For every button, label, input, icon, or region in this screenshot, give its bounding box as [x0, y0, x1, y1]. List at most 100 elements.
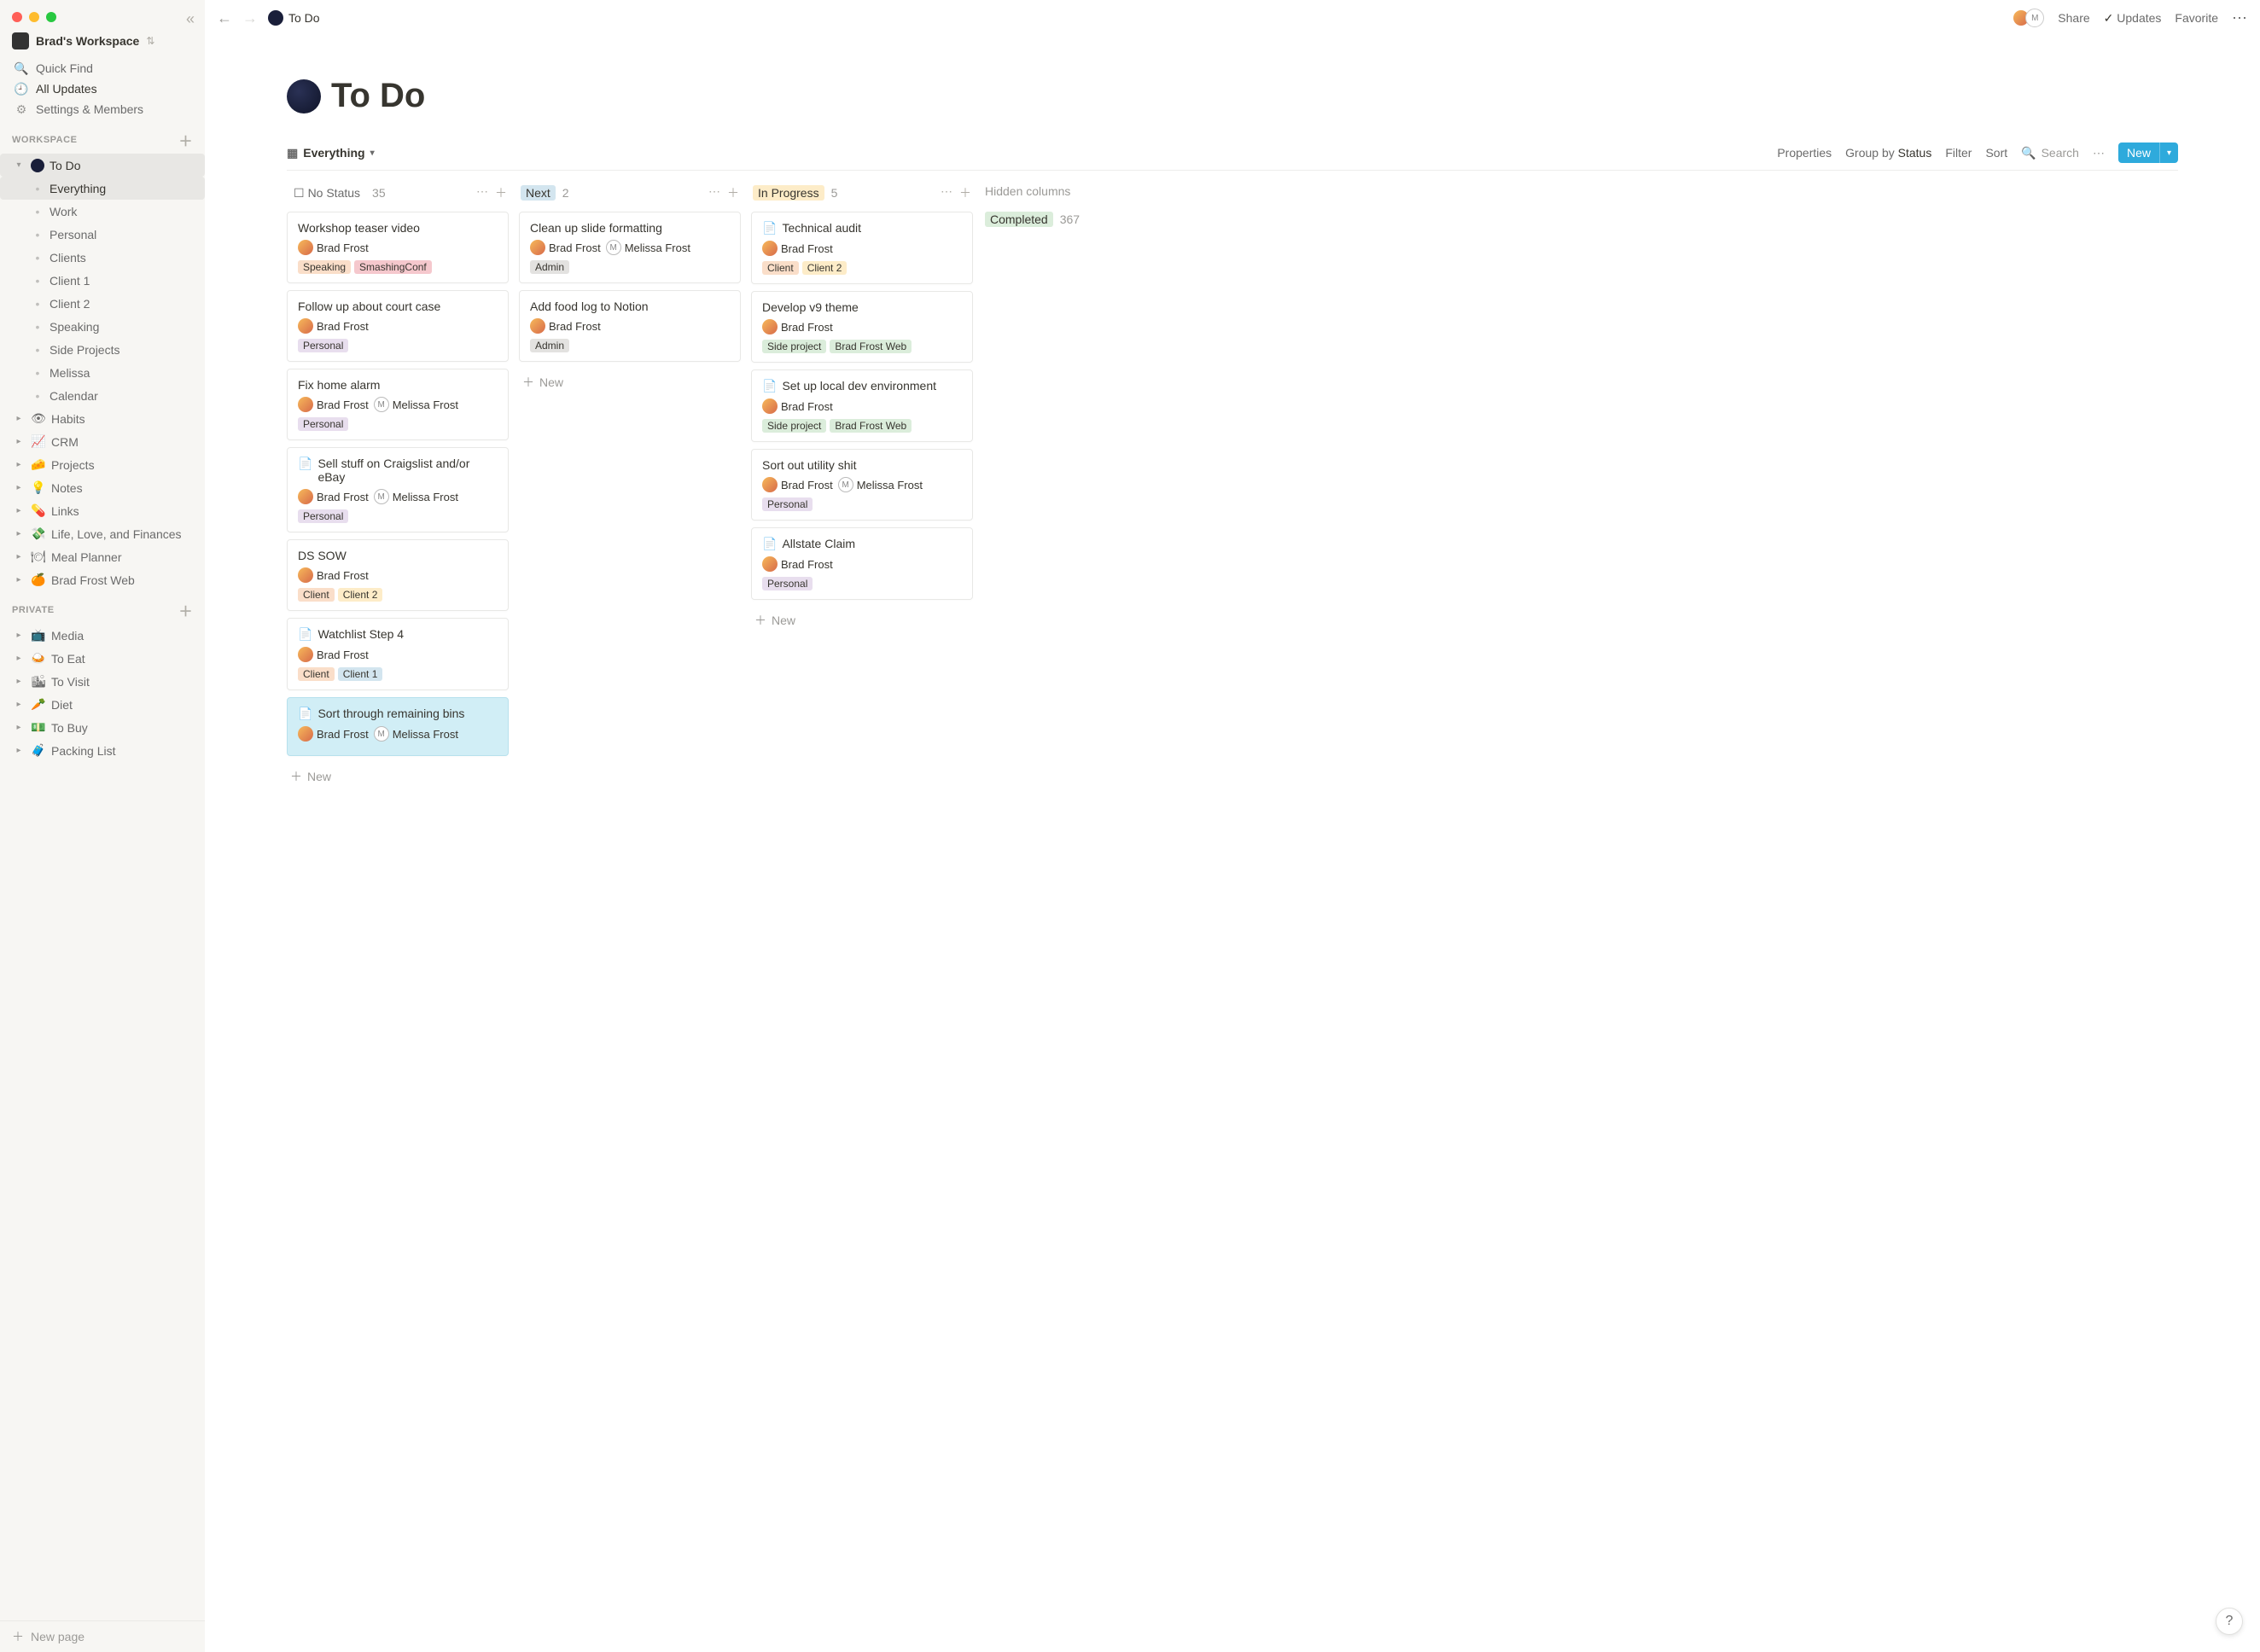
- sidebar-item[interactable]: ▸🧳Packing List: [0, 739, 205, 762]
- sidebar-subitem[interactable]: •Speaking: [0, 315, 205, 338]
- chevron-right-icon[interactable]: ▸: [12, 483, 26, 492]
- board-card[interactable]: Fix home alarm Brad FrostMMelissa Frost …: [287, 369, 509, 440]
- sidebar-item[interactable]: ▸👁Habits: [0, 407, 205, 430]
- sidebar-item[interactable]: ▸💵To Buy: [0, 716, 205, 739]
- chevron-right-icon[interactable]: ▸: [12, 460, 26, 469]
- sidebar-subitem[interactable]: •Work: [0, 200, 205, 223]
- nav-forward-icon[interactable]: →: [242, 9, 258, 27]
- sidebar-subitem[interactable]: •Client 2: [0, 292, 205, 315]
- sidebar-item[interactable]: ▸📺Media: [0, 624, 205, 647]
- board-card[interactable]: 📄Sort through remaining bins Brad FrostM…: [287, 697, 509, 756]
- all-updates[interactable]: 🕘 All Updates: [7, 79, 198, 99]
- board-card[interactable]: Follow up about court case Brad Frost Pe…: [287, 290, 509, 362]
- add-card-button[interactable]: ＋New: [519, 369, 741, 396]
- sidebar-subitem[interactable]: •Melissa: [0, 361, 205, 384]
- chevron-right-icon[interactable]: ▸: [12, 700, 26, 709]
- add-page-icon[interactable]: ＋: [178, 130, 193, 150]
- window-max-dot[interactable]: [46, 12, 56, 22]
- breadcrumb[interactable]: To Do: [268, 10, 320, 26]
- properties-button[interactable]: Properties: [1777, 146, 1832, 160]
- column-more-icon[interactable]: ⋯: [476, 184, 488, 201]
- hidden-column-row[interactable]: Completed 367: [983, 208, 1205, 230]
- chevron-right-icon[interactable]: ▸: [12, 654, 26, 663]
- favorite-button[interactable]: Favorite: [2175, 11, 2218, 25]
- chevron-right-icon[interactable]: ▸: [12, 529, 26, 538]
- workspace-switcher[interactable]: Brad's Workspace ⇅: [0, 29, 205, 56]
- column-more-icon[interactable]: ⋯: [708, 184, 720, 201]
- board-card[interactable]: 📄Technical audit Brad Frost ClientClient…: [751, 212, 973, 284]
- new-page-button[interactable]: ＋ New page: [0, 1620, 205, 1652]
- add-card-button[interactable]: ＋New: [751, 607, 973, 634]
- chevron-right-icon[interactable]: ▸: [12, 575, 26, 585]
- column-tag[interactable]: In Progress: [753, 185, 824, 201]
- share-button[interactable]: Share: [2058, 11, 2089, 25]
- sidebar-item[interactable]: ▸🧀Projects: [0, 453, 205, 476]
- board-card[interactable]: Add food log to Notion Brad Frost Admin: [519, 290, 741, 362]
- chevron-right-icon[interactable]: ▸: [12, 631, 26, 640]
- view-more-icon[interactable]: ⋯: [2093, 146, 2105, 160]
- board-card[interactable]: Sort out utility shit Brad FrostMMelissa…: [751, 449, 973, 521]
- sidebar-subitem[interactable]: •Client 1: [0, 269, 205, 292]
- sidebar-collapse-icon[interactable]: «: [186, 10, 195, 28]
- nav-back-icon[interactable]: ←: [217, 9, 232, 27]
- board-card[interactable]: DS SOW Brad Frost ClientClient 2: [287, 539, 509, 611]
- settings-members[interactable]: ⚙ Settings & Members: [7, 99, 198, 119]
- help-button[interactable]: ?: [2216, 1608, 2243, 1635]
- sidebar-item[interactable]: ▸📈CRM: [0, 430, 205, 453]
- chevron-right-icon[interactable]: ▸: [12, 723, 26, 732]
- view-picker[interactable]: ▦ Everything ▾: [287, 146, 375, 160]
- column-tag[interactable]: ☐ No Status: [288, 185, 365, 201]
- column-add-icon[interactable]: ＋: [959, 184, 971, 201]
- page-title[interactable]: To Do: [331, 77, 425, 115]
- updates-button[interactable]: Updates: [2104, 11, 2162, 26]
- more-icon[interactable]: ⋯: [2232, 9, 2248, 27]
- chevron-down-icon[interactable]: ▾: [12, 160, 26, 170]
- board-card[interactable]: 📄Watchlist Step 4 Brad Frost ClientClien…: [287, 618, 509, 690]
- sidebar-item[interactable]: ▸💸Life, Love, and Finances: [0, 522, 205, 545]
- avatar: [762, 398, 778, 414]
- quick-find[interactable]: 🔍 Quick Find: [7, 58, 198, 79]
- column-add-icon[interactable]: ＋: [495, 184, 507, 201]
- sidebar-item[interactable]: ▸💡Notes: [0, 476, 205, 499]
- sidebar-item[interactable]: ▸💊Links: [0, 499, 205, 522]
- sort-button[interactable]: Sort: [1985, 146, 2007, 160]
- search-button[interactable]: 🔍 Search: [2021, 146, 2079, 160]
- sidebar-item[interactable]: ▸🍊Brad Frost Web: [0, 568, 205, 591]
- sidebar-subitem[interactable]: •Side Projects: [0, 338, 205, 361]
- board-card[interactable]: 📄Allstate Claim Brad Frost Personal: [751, 527, 973, 600]
- new-button-chevron-icon[interactable]: ▾: [2159, 143, 2178, 163]
- sidebar-item[interactable]: ▸🍽Meal Planner: [0, 545, 205, 568]
- sidebar-subitem[interactable]: •Clients: [0, 246, 205, 269]
- filter-button[interactable]: Filter: [1945, 146, 1972, 160]
- chevron-right-icon[interactable]: ▸: [12, 552, 26, 561]
- column-add-icon[interactable]: ＋: [727, 184, 739, 201]
- chevron-right-icon[interactable]: ▸: [12, 506, 26, 515]
- add-card-button[interactable]: ＋New: [287, 763, 509, 790]
- board-card[interactable]: Workshop teaser video Brad Frost Speakin…: [287, 212, 509, 283]
- sidebar-item[interactable]: ▸🥕Diet: [0, 693, 205, 716]
- board-card[interactable]: 📄Set up local dev environment Brad Frost…: [751, 369, 973, 442]
- board-card[interactable]: Clean up slide formatting Brad FrostMMel…: [519, 212, 741, 283]
- hidden-columns-label[interactable]: Hidden columns: [983, 181, 1205, 201]
- sidebar-subitem[interactable]: •Calendar: [0, 384, 205, 407]
- sidebar-subitem[interactable]: •Personal: [0, 223, 205, 246]
- page-emoji[interactable]: [287, 79, 321, 113]
- column-tag[interactable]: Next: [521, 185, 556, 201]
- chevron-right-icon[interactable]: ▸: [12, 677, 26, 686]
- chevron-right-icon[interactable]: ▸: [12, 437, 26, 446]
- presence-avatars[interactable]: M: [2017, 9, 2044, 27]
- window-min-dot[interactable]: [29, 12, 39, 22]
- column-more-icon[interactable]: ⋯: [941, 184, 952, 201]
- board-card[interactable]: 📄Sell stuff on Craigslist and/or eBay Br…: [287, 447, 509, 532]
- window-close-dot[interactable]: [12, 12, 22, 22]
- board-card[interactable]: Develop v9 theme Brad Frost Side project…: [751, 291, 973, 363]
- sidebar-item[interactable]: ▸🍛To Eat: [0, 647, 205, 670]
- sidebar-item-todo[interactable]: ▾To Do: [0, 154, 205, 177]
- chevron-right-icon[interactable]: ▸: [12, 746, 26, 755]
- sidebar-item[interactable]: ▸🏙To Visit: [0, 670, 205, 693]
- chevron-right-icon[interactable]: ▸: [12, 414, 26, 423]
- add-private-page-icon[interactable]: ＋: [178, 600, 193, 620]
- new-button[interactable]: New ▾: [2118, 143, 2178, 163]
- sidebar-subitem[interactable]: •Everything: [0, 177, 205, 200]
- groupby-button[interactable]: Group by Status: [1845, 146, 1931, 160]
